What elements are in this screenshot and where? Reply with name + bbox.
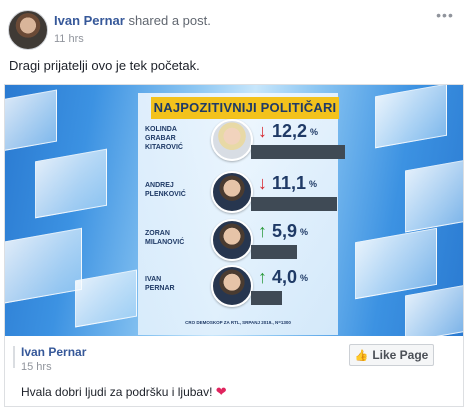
shared-page-name-link[interactable]: Ivan Pernar — [21, 345, 86, 359]
percentage-value: 12,2% — [272, 121, 319, 141]
trend-down-icon: ↓ — [258, 173, 267, 193]
decor-cube — [75, 269, 137, 328]
trend-up-icon: ↑ — [258, 267, 267, 287]
more-horizontal-icon[interactable]: ••• — [434, 8, 456, 22]
post-header: Ivan Pernar shared a post. 11 hrs ••• — [0, 0, 468, 52]
politician-photo — [211, 119, 253, 161]
author-avatar[interactable] — [8, 10, 48, 50]
decor-cube — [5, 227, 82, 305]
author-name-link[interactable]: Ivan Pernar — [54, 13, 125, 28]
politician-row: ZORAN MILANOVIĆ ↑ 5,9% — [145, 217, 345, 265]
author-line: Ivan Pernar shared a post. — [54, 13, 211, 28]
shared-action-text: shared a post. — [128, 13, 211, 28]
percentage-value: 11,1% — [272, 173, 318, 193]
politician-row: KOLINDA GRABAR KITAROVIĆ ↓ 12,2% — [145, 117, 345, 165]
thumbs-up-icon: 👍 — [354, 350, 369, 362]
decor-cube — [405, 284, 463, 336]
shared-post-timestamp[interactable]: 15 hrs — [21, 361, 52, 373]
post-text: Dragi prijatelji ovo je tek početak. — [9, 58, 200, 73]
like-page-label: Like Page — [372, 348, 429, 362]
quote-divider — [13, 346, 15, 368]
decor-cube — [35, 148, 107, 219]
poll-graphic-image[interactable]: NAJPOZITIVNIJI POLITIČARI KOLINDA GRABAR… — [5, 85, 463, 336]
poll-source-note: CRO DEMOSKOP ZA RTL, SRPANJ 2019., N=130… — [185, 320, 291, 325]
value-bar — [251, 145, 345, 159]
trend-up-icon: ↑ — [258, 221, 267, 241]
politician-photo — [211, 171, 253, 213]
politician-name: IVAN PERNAR — [145, 276, 175, 292]
shared-post-card[interactable]: NAJPOZITIVNIJI POLITIČARI KOLINDA GRABAR… — [4, 84, 464, 407]
like-page-button[interactable]: 👍 Like Page — [349, 344, 434, 366]
post-timestamp[interactable]: 11 hrs — [54, 33, 84, 45]
trend-down-icon: ↓ — [258, 121, 267, 141]
politician-name: ZORAN MILANOVIĆ — [145, 230, 185, 246]
decor-cube — [405, 159, 463, 233]
shared-post-footer: Ivan Pernar 15 hrs 👍 Like Page Hvala dobr… — [5, 336, 463, 406]
politician-row: IVAN PERNAR ↑ 4,0% — [145, 263, 345, 311]
politician-name: KOLINDA GRABAR KITAROVIĆ — [145, 126, 183, 151]
value-bar — [251, 245, 297, 259]
politician-name: ANDREJ PLENKOVIĆ — [145, 182, 186, 198]
chart-title: NAJPOZITIVNIJI POLITIČARI — [151, 97, 339, 119]
politician-photo — [211, 265, 253, 307]
politician-photo — [211, 219, 253, 261]
percentage-value: 4,0% — [272, 267, 309, 287]
decor-cube — [375, 85, 447, 149]
percentage-value: 5,9% — [272, 221, 309, 241]
decor-cube — [355, 227, 437, 300]
shared-post-caption: Hvala dobri ljudi za podršku i ljubav! ❤ — [21, 384, 227, 399]
value-bar — [251, 291, 282, 305]
decor-cube — [5, 89, 57, 153]
politician-row: ANDREJ PLENKOVIĆ ↓ 11,1% — [145, 169, 345, 217]
value-bar — [251, 197, 337, 211]
heart-icon: ❤ — [215, 384, 227, 399]
